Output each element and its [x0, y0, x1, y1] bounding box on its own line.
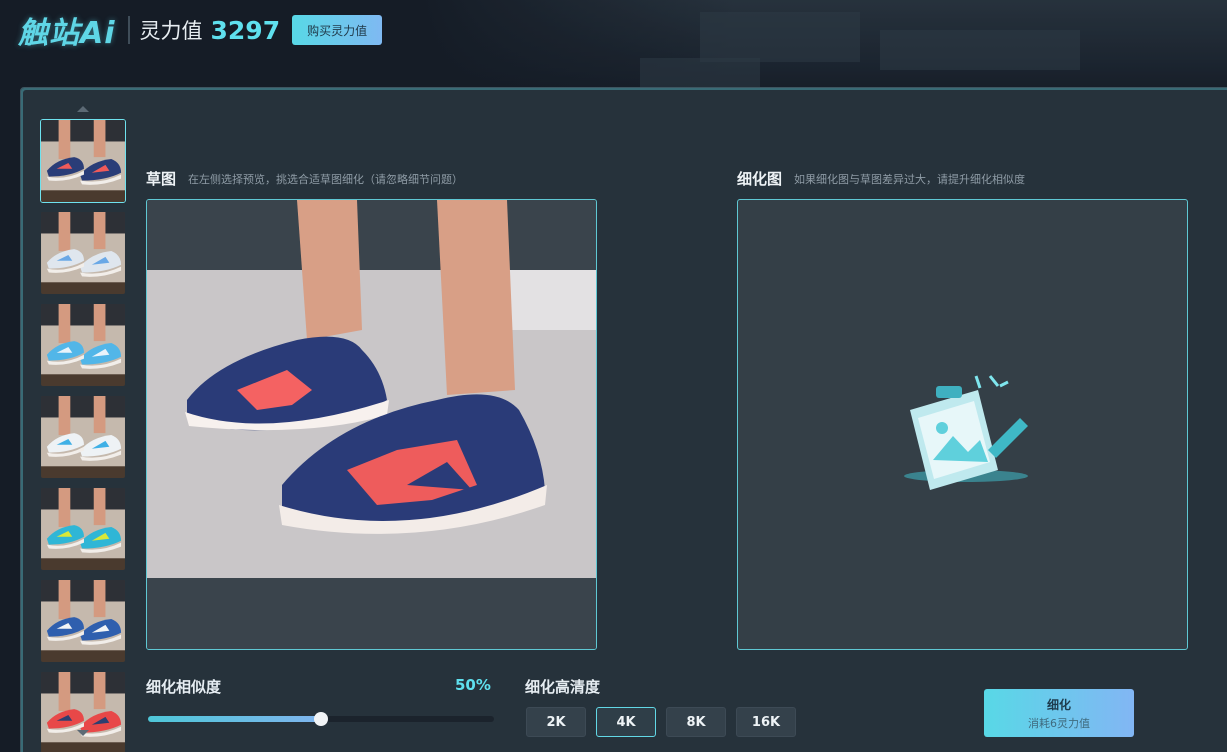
sketch-hint: 在左侧选择预览，挑选合适草图细化（请忽略细节问题） — [188, 173, 463, 186]
thumbnail-1[interactable] — [40, 119, 126, 203]
sneaker-thumbnail-image — [41, 120, 125, 202]
sketch-title: 草图 — [146, 170, 177, 188]
sneaker-thumbnail-image — [41, 396, 125, 478]
sneaker-thumbnail-image — [41, 488, 125, 570]
background-block — [700, 12, 860, 62]
buy-lingli-button[interactable]: 购买灵力值 — [292, 15, 383, 45]
thumbnail-7[interactable] — [40, 671, 126, 752]
sneaker-thumbnail-image — [41, 672, 125, 752]
lingli-value: 3297 — [210, 15, 281, 45]
resolution-option-2k[interactable]: 2K — [526, 707, 586, 737]
resolution-option-16k[interactable]: 16K — [736, 707, 796, 737]
background-block — [640, 58, 760, 88]
resolution-label: 细化高清度 — [525, 678, 601, 696]
refined-hint: 如果细化图与草图差异过大，请提升细化相似度 — [794, 173, 1025, 186]
sneaker-thumbnail-image — [41, 580, 125, 662]
similarity-value: 50% — [455, 676, 491, 694]
sneaker-thumbnail-image — [41, 304, 125, 386]
header-divider — [127, 16, 130, 44]
resolution-option-8k[interactable]: 8K — [666, 707, 726, 737]
thumbnail-list[interactable] — [39, 102, 127, 752]
refined-title: 细化图 — [737, 170, 783, 188]
header: 触站Ai 灵力值 3297 购买灵力值 — [18, 8, 383, 52]
refine-button-label: 细化 — [1046, 697, 1071, 712]
similarity-slider-fill — [148, 716, 321, 722]
app-logo[interactable]: 触站Ai — [18, 8, 116, 52]
empty-image-icon — [904, 375, 1028, 490]
sneaker-thumbnail-image — [41, 212, 125, 294]
background-block — [880, 30, 1080, 70]
main-panel: 草图 在左侧选择预览，挑选合适草图细化（请忽略细节问题） 细化图 如果细化图与草… — [20, 87, 1227, 752]
similarity-slider[interactable] — [148, 712, 494, 726]
scroll-up-icon[interactable] — [77, 106, 89, 112]
thumbnail-5[interactable] — [40, 487, 126, 571]
scroll-down-icon[interactable] — [77, 730, 89, 736]
resolution-option-4k[interactable]: 4K — [596, 707, 656, 737]
thumbnail-6[interactable] — [40, 579, 126, 663]
thumbnail-2[interactable] — [40, 211, 126, 295]
sketch-sneaker-image — [147, 200, 596, 649]
sketch-image-frame[interactable] — [146, 199, 597, 650]
similarity-slider-handle[interactable] — [314, 712, 328, 726]
lingli-label: 灵力值 — [139, 19, 203, 43]
similarity-label: 细化相似度 — [146, 678, 222, 696]
thumbnail-3[interactable] — [40, 303, 126, 387]
refine-button-cost: 消耗6灵力值 — [1028, 716, 1090, 730]
thumbnail-4[interactable] — [40, 395, 126, 479]
refine-button[interactable]: 细化 消耗6灵力值 — [984, 689, 1134, 737]
refined-image-frame — [737, 199, 1188, 650]
